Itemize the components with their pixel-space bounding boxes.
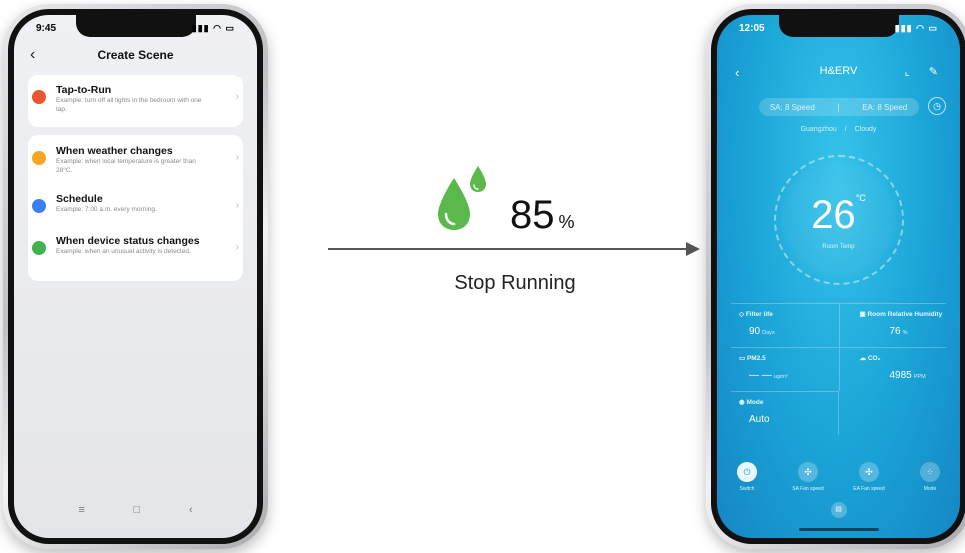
option-device-status[interactable]: When device status changes Example: when… — [28, 233, 243, 273]
left-phone-bezel: 9:45 ▮▮▮ ◠ ▭ ‹ Create Scene Tap-to-Run E… — [8, 9, 263, 544]
option-weather[interactable]: When weather changes Example: when local… — [28, 143, 243, 183]
switch-button[interactable]: ⏻ Switch — [727, 462, 767, 498]
weather: Cloudy — [854, 126, 877, 133]
control-label: SA Fan speed — [792, 486, 824, 492]
status-text: Stop Running — [454, 272, 576, 294]
control-label: Mode — [923, 486, 937, 492]
option-desc: Example: turn off all lights in the bedr… — [56, 97, 202, 113]
chevron-right-icon: › — [235, 200, 239, 211]
metric-value: — — ug/m³ — [749, 370, 788, 381]
system-nav-bar: ≡ □ ‹ — [14, 504, 257, 524]
fan-icon: ✣ — [798, 462, 818, 482]
stage: 9:45 ▮▮▮ ◠ ▭ ‹ Create Scene Tap-to-Run E… — [0, 0, 965, 553]
pill-divider: | — [837, 102, 840, 112]
back-nav-icon[interactable]: ‹ — [189, 504, 193, 524]
option-desc: Example: 7:00 a.m. every morning. — [56, 206, 157, 213]
menu-icon[interactable]: ≡ — [78, 504, 84, 524]
device-icon — [32, 241, 46, 255]
page-title: Create Scene — [97, 48, 174, 62]
metric-label: ▣ Room Relative Humidity — [859, 311, 943, 318]
home-icon[interactable]: □ — [134, 504, 141, 524]
device-title: H&ERV — [819, 65, 858, 77]
metric-co2: ☁ CO₂ 4985 PPM — [838, 347, 946, 391]
option-title: When device status changes — [56, 235, 200, 247]
chevron-right-icon: › — [235, 91, 239, 102]
right-phone-screen: 12:05 ▮▮▮ ◠ ▭ ‹ H&ERV ⌞ ✎ SA: 8 Speed | … — [717, 15, 960, 538]
chevron-right-icon: › — [235, 242, 239, 253]
sa-fan-speed-button[interactable]: ✣ SA Fan speed — [788, 462, 828, 498]
metric-value: 90 Days — [749, 326, 775, 337]
metric-pm25: ▭ PM2.5 — — ug/m³ — [731, 347, 839, 391]
back-icon[interactable]: ‹ — [735, 65, 739, 80]
left-phone: 9:45 ▮▮▮ ◠ ▭ ‹ Create Scene Tap-to-Run E… — [3, 4, 268, 549]
option-title: Tap-to-Run — [56, 84, 112, 96]
option-title: When weather changes — [56, 145, 173, 157]
sa-speed: SA: 8 Speed — [769, 102, 815, 112]
metric-value: 76% — [889, 326, 908, 337]
chevron-right-icon: › — [235, 152, 239, 163]
humidity-transition: 85% Stop Running — [320, 150, 710, 310]
status-bar: 12:05 ▮▮▮ ◠ ▭ — [717, 23, 960, 39]
power-icon: ⏻ — [737, 462, 757, 482]
hand-tap-icon — [32, 90, 46, 104]
option-desc: Example: when local temperature is great… — [56, 158, 196, 174]
chart-edit-icons[interactable]: ⌞ ✎ — [905, 65, 946, 78]
metric-label: ◇ Filter life — [739, 311, 773, 318]
option-desc: Example: when an unusual activity is det… — [56, 248, 191, 255]
right-phone-bezel: 12:05 ▮▮▮ ◠ ▭ ‹ H&ERV ⌞ ✎ SA: 8 Speed | … — [711, 9, 965, 544]
right-phone: 12:05 ▮▮▮ ◠ ▭ ‹ H&ERV ⌞ ✎ SA: 8 Speed | … — [706, 4, 965, 549]
humidity-value: 85 — [510, 193, 555, 237]
water-drops-icon — [438, 166, 486, 230]
home-indicator — [798, 528, 879, 531]
fan-speed-pill: SA: 8 Speed | EA: 8 Speed — [758, 98, 919, 116]
signal-wifi-battery-icon: ▮▮▮ ◠ ▭ — [191, 23, 235, 33]
metric-filter-life: ◇ Filter life 90 Days — [731, 303, 839, 347]
metric-value: Auto — [749, 414, 770, 425]
option-schedule[interactable]: Schedule Example: 7:00 a.m. every mornin… — [28, 191, 243, 231]
temperature-value: 26 — [811, 193, 856, 237]
option-tap-to-run[interactable]: Tap-to-Run Example: turn off all lights … — [28, 82, 243, 122]
status-time: 9:45 — [36, 23, 57, 34]
location-weather: Guangzhou / Cloudy — [800, 126, 877, 133]
fan-icon: ✣ — [859, 462, 879, 482]
option-title: Schedule — [56, 193, 103, 205]
control-bar: ⏻ Switch ✣ SA Fan speed ✣ EA Fan speed ⁘… — [727, 462, 950, 498]
city: Guangzhou — [800, 126, 837, 133]
metric-value: 4985 PPM — [889, 370, 926, 381]
timer-icon[interactable]: ◷ — [928, 97, 946, 115]
metric-humidity: ▣ Room Relative Humidity 76% — [838, 303, 946, 347]
more-icon[interactable]: ▤ — [830, 502, 847, 518]
back-icon[interactable]: ‹ — [30, 45, 35, 65]
humidity-unit: % — [558, 212, 575, 232]
control-label: EA Fan speed — [853, 486, 885, 492]
signal-wifi-battery-icon: ▮▮▮ ◠ ▭ — [894, 23, 938, 33]
arrow-head-icon — [686, 242, 700, 256]
metric-label: ◉ Mode — [739, 399, 764, 406]
nav-bar: ‹ Create Scene — [14, 45, 257, 65]
left-phone-screen: 9:45 ▮▮▮ ◠ ▭ ‹ Create Scene Tap-to-Run E… — [14, 15, 257, 538]
clock-icon — [32, 199, 46, 213]
temperature-unit: °C — [855, 193, 866, 203]
status-time: 12:05 — [739, 23, 765, 34]
ea-speed: EA: 8 Speed — [862, 102, 908, 112]
mode-button[interactable]: ⁘ Mode — [910, 462, 950, 498]
arrow-line — [328, 248, 692, 250]
temperature-readout: 26°C — [776, 193, 902, 238]
sun-icon — [32, 151, 46, 165]
nav-bar: ‹ H&ERV ⌞ ✎ — [717, 65, 960, 83]
temperature-dial: 26°C Room Temp — [773, 155, 904, 285]
humidity-readout: 85% — [510, 193, 575, 238]
metric-label: ☁ CO₂ — [859, 355, 881, 362]
status-bar: 9:45 ▮▮▮ ◠ ▭ — [14, 23, 257, 39]
control-label: Switch — [739, 486, 755, 492]
temperature-label: Room Temp — [822, 244, 855, 250]
ea-fan-speed-button[interactable]: ✣ EA Fan speed — [849, 462, 889, 498]
mode-icon: ⁘ — [920, 462, 940, 482]
metric-label: ▭ PM2.5 — [739, 355, 766, 362]
metrics-grid: ◇ Filter life 90 Days ▣ Room Relative Hum… — [731, 303, 946, 435]
metric-mode: ◉ Mode Auto — [731, 391, 839, 435]
